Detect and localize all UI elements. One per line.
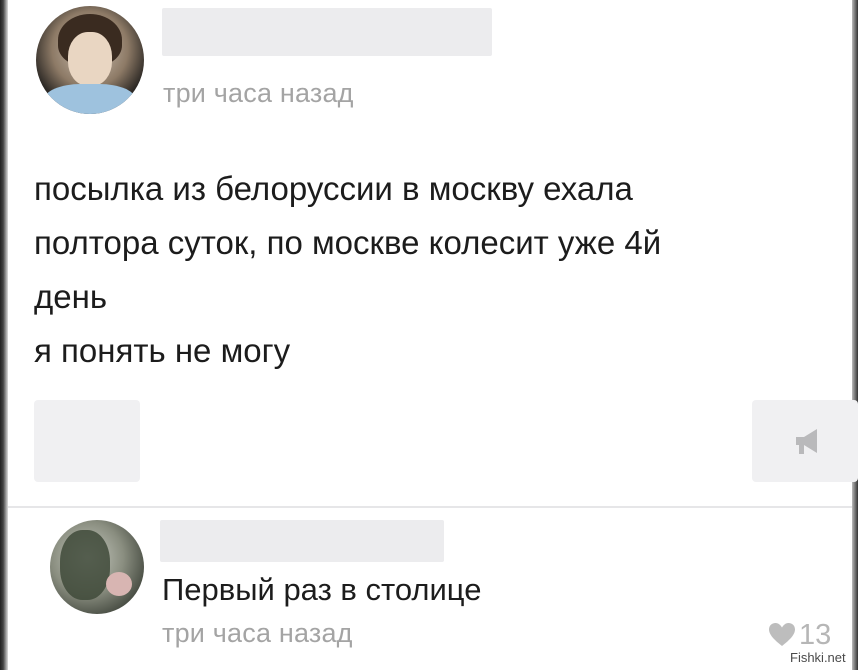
megaphone-icon [796,429,817,454]
avatar-tree [60,530,110,600]
post-text-line: полтора суток, по москве колесит уже 4й [34,224,662,261]
share-button[interactable] [752,400,858,482]
post: три часа назад посылка из белоруссии в м… [0,0,858,505]
post-timestamp: три часа назад [163,78,354,108]
post-author-name-redacted[interactable] [162,8,492,56]
heart-icon [769,623,795,646]
like-count: 13 [799,618,832,651]
comment-text: Первый раз в столице [162,572,482,607]
comment-timestamp: три часа назад [162,618,353,648]
comment-author-name-redacted[interactable] [160,520,444,562]
comment-author-avatar[interactable] [50,520,144,614]
watermark-text: Fishki.net [790,650,846,665]
post-text: посылка из белоруссии в москву ехала пол… [34,162,834,378]
avatar-shirt [44,84,136,114]
divider [8,506,852,508]
avatar-flower [106,572,132,596]
post-text-line: посылка из белоруссии в москву ехала [34,170,633,207]
comment-like-button[interactable]: 13 [768,618,831,652]
avatar-face [68,32,112,86]
post-author-avatar[interactable] [36,6,144,114]
like-button[interactable] [34,400,140,482]
post-text-line: день [34,278,108,315]
post-text-line: я понять не могу [34,332,291,369]
